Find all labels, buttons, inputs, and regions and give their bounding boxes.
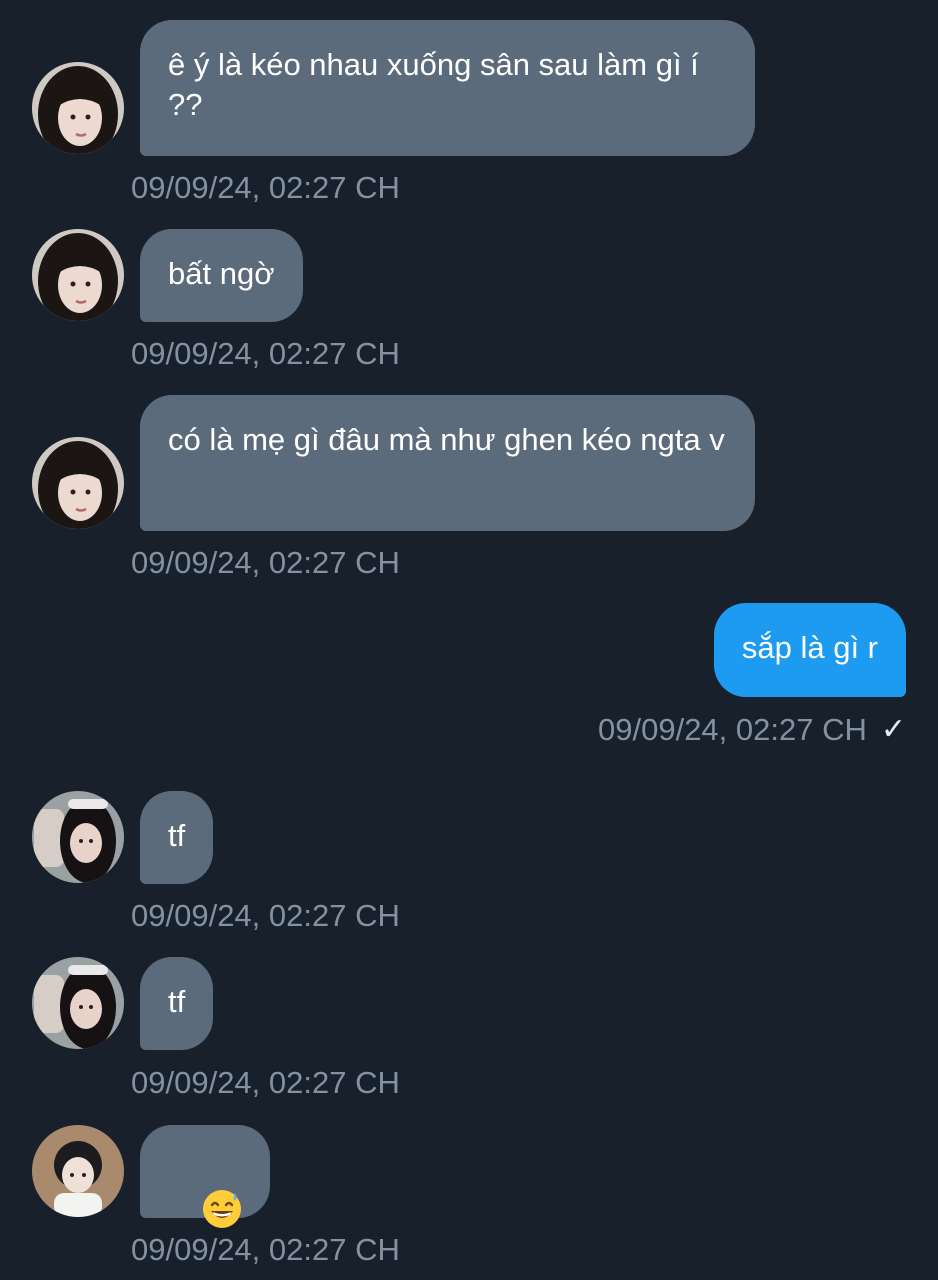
user-avatar-icon <box>32 1125 124 1217</box>
message-bubble[interactable]: tf <box>140 791 214 884</box>
avatar[interactable] <box>32 229 124 321</box>
message-timestamp: 09/09/24, 02:27 CH <box>131 1065 400 1100</box>
user-avatar-icon <box>32 229 124 321</box>
avatar[interactable] <box>32 437 124 529</box>
message-timestamp: 09/09/24, 02:27 CH <box>131 336 400 371</box>
message-timestamp: 09/09/24, 02:27 CH <box>598 712 867 747</box>
user-avatar-icon <box>32 62 124 154</box>
message-status-row: 09/09/24, 02:27 CH ✓ <box>598 712 906 748</box>
message-bubble[interactable]: ê ý là kéo nhau xuống sân sau làm gì í ?… <box>140 20 755 156</box>
message-timestamp: 09/09/24, 02:27 CH <box>131 545 400 580</box>
checkmark-icon: ✓ <box>880 713 906 746</box>
user-avatar-icon <box>32 791 124 883</box>
user-avatar-icon <box>32 957 124 1049</box>
avatar[interactable] <box>32 791 124 883</box>
avatar[interactable] <box>32 957 124 1049</box>
message-bubble[interactable]: tf <box>140 957 214 1050</box>
avatar[interactable] <box>32 1125 124 1217</box>
grinning-sweat-emoji-icon <box>203 1190 242 1228</box>
user-avatar-icon <box>32 437 124 529</box>
message-bubble[interactable]: bất ngờ <box>140 229 303 322</box>
chat-thread: ê ý là kéo nhau xuống sân sau làm gì í ?… <box>0 0 938 1280</box>
message-timestamp: 09/09/24, 02:27 CH <box>131 1232 400 1267</box>
message-bubble-outgoing[interactable]: sắp là gì r <box>713 603 906 697</box>
message-timestamp: 09/09/24, 02:27 CH <box>131 898 400 933</box>
message-bubble[interactable]: có là mẹ gì đâu mà như ghen kéo ngta v <box>140 395 755 531</box>
avatar[interactable] <box>32 62 124 154</box>
message-timestamp: 09/09/24, 02:27 CH <box>131 170 400 205</box>
message-bubble[interactable] <box>140 1125 271 1228</box>
